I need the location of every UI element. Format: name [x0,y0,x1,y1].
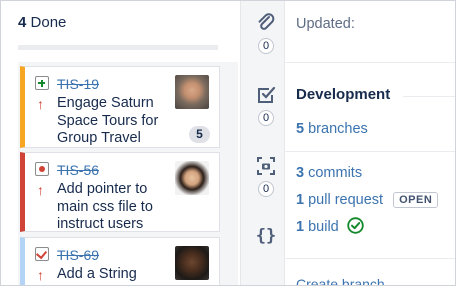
avatar[interactable] [175,75,209,109]
priority-up-arrow-icon: ↑ [37,182,44,198]
issue-summary: Add a String [57,266,137,282]
bug-icon [35,162,49,176]
screenshots-count: 0 [258,181,274,197]
column-title: Done [30,14,67,31]
avatar[interactable] [175,246,209,280]
panel-separator [240,0,247,286]
issue-summary: Engage Saturn Space Tours for Group Trav… [57,95,159,146]
build-count: 1 [296,219,305,235]
detail-icon-rail: 0 0 0 {} [247,0,285,286]
board-column: 4 Done TIS-19 ↑ Engage Saturn Space Tour… [0,0,240,286]
pull-request-label: pull request [308,192,384,208]
avatar[interactable] [175,161,209,195]
story-icon [35,76,49,90]
development-title: Development [296,86,391,103]
branches-label: branches [308,121,368,137]
branches-link[interactable]: 5 branches [296,121,368,137]
build-success-icon [347,217,364,234]
create-branch-link[interactable]: Create branch [296,276,385,286]
build-link[interactable]: 1 build [296,217,364,235]
updated-label: Updated: [296,16,355,32]
pull-request-status-badge: OPEN [393,192,439,208]
pull-request-count: 1 [296,192,305,208]
issue-card[interactable]: TIS-19 ↑ Engage Saturn Space Tours for G… [20,66,220,148]
pull-request-link[interactable]: 1 pull request OPEN [296,192,439,208]
checklist-icon [258,86,276,103]
attachments-nav[interactable]: 0 [251,12,281,54]
task-icon [35,247,49,261]
divider [285,258,456,259]
estimate-badge: 5 [189,126,210,143]
commits-link[interactable]: 3 commits [296,165,362,181]
code-braces-icon: {} [255,226,277,246]
issue-key[interactable]: TIS-56 [57,162,99,178]
paperclip-icon [258,13,275,30]
subtasks-count: 0 [258,110,274,126]
screenshots-nav[interactable]: 0 [251,155,281,197]
build-label: build [308,219,339,235]
issue-card[interactable]: TIS-69 ↑ Add a String [20,237,220,286]
development-divider [403,96,456,97]
issue-card[interactable]: TIS-56 ↑ Add pointer to main css file to… [20,152,220,232]
priority-up-arrow-icon: ↑ [37,267,44,283]
divider [285,151,456,152]
column-count: 4 [18,14,27,31]
issue-key[interactable]: TIS-69 [57,247,99,263]
issue-key[interactable]: TIS-19 [57,76,99,92]
divider [285,62,456,63]
code-nav[interactable]: {} [251,226,281,246]
camera-capture-icon [257,157,275,175]
column-header: 4 Done [18,14,66,31]
commits-count: 3 [296,165,305,181]
subtasks-nav[interactable]: 0 [251,84,281,126]
issue-detail-panel: Updated: Development 5 branches 3 commit… [285,0,456,286]
issue-summary: Add pointer to main css file to instruct… [57,181,153,232]
priority-up-arrow-icon: ↑ [37,96,44,112]
attachments-count: 0 [258,38,274,54]
branches-count: 5 [296,121,305,137]
column-divider [18,45,218,50]
commits-label: commits [308,165,363,181]
